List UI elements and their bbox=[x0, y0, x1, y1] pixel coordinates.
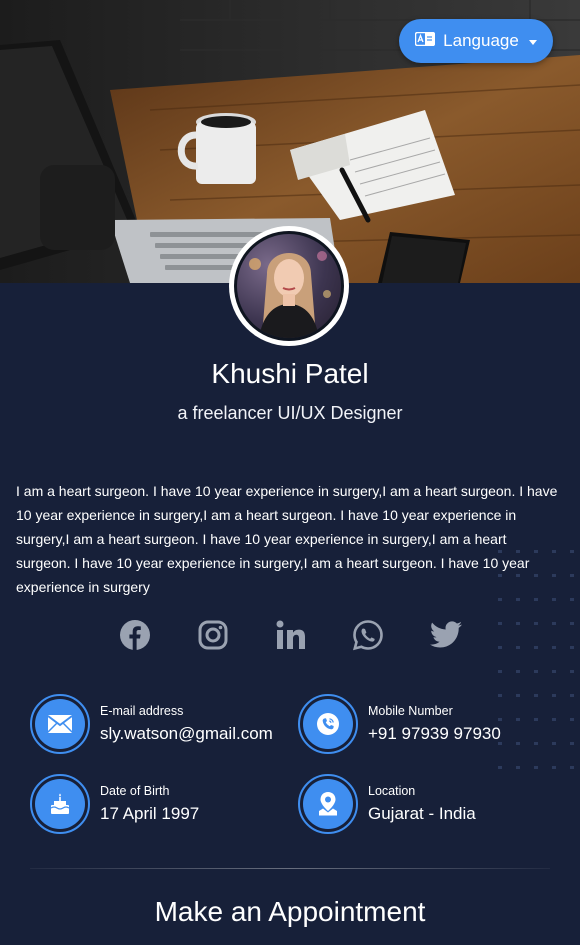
phone-icon bbox=[303, 699, 353, 749]
email-value[interactable]: sly.watson@gmail.com bbox=[100, 722, 273, 746]
facebook-link[interactable] bbox=[113, 615, 157, 659]
contact-dob: Date of Birth 17 April 1997 bbox=[30, 774, 199, 834]
language-button[interactable]: Language bbox=[399, 19, 553, 63]
profile-role: a freelancer UI/UX Designer bbox=[177, 403, 403, 423]
language-button-label: Language bbox=[443, 31, 519, 50]
contact-location: Location Gujarat - India bbox=[298, 774, 476, 834]
birthday-cake-icon bbox=[35, 779, 85, 829]
email-label: E-mail address bbox=[100, 703, 184, 718]
whatsapp-link[interactable] bbox=[346, 615, 390, 659]
facebook-icon bbox=[119, 619, 151, 655]
avatar-photo bbox=[237, 234, 341, 338]
mobile-value[interactable]: +91 97939 97930 bbox=[368, 722, 501, 746]
location-label: Location bbox=[368, 783, 416, 798]
mobile-label: Mobile Number bbox=[368, 703, 453, 718]
dob-value: 17 April 1997 bbox=[100, 803, 200, 823]
language-icon bbox=[414, 31, 436, 51]
linkedin-link[interactable] bbox=[269, 615, 313, 659]
twitter-link[interactable] bbox=[424, 615, 468, 659]
profile-name: Khushi Patel bbox=[211, 358, 369, 389]
chevron-down-icon bbox=[528, 39, 537, 45]
map-pin-icon bbox=[303, 779, 353, 829]
linkedin-icon bbox=[276, 620, 306, 654]
instagram-icon bbox=[198, 620, 228, 654]
location-value: Gujarat - India bbox=[368, 803, 476, 823]
contact-mobile: Mobile Number +91 97939 97930 bbox=[298, 694, 501, 754]
contact-email: E-mail address sly.watson@gmail.com bbox=[30, 694, 273, 754]
dob-label: Date of Birth bbox=[100, 783, 170, 798]
section-divider bbox=[30, 868, 550, 869]
avatar bbox=[229, 226, 349, 346]
social-links bbox=[113, 615, 468, 659]
twitter-icon bbox=[429, 621, 463, 653]
profile-bio: I am a heart surgeon. I have 10 year exp… bbox=[16, 483, 558, 595]
instagram-link[interactable] bbox=[191, 615, 235, 659]
envelope-icon bbox=[35, 699, 85, 749]
whatsapp-icon bbox=[352, 619, 384, 655]
profile-page: Language Khushi Patel a freelancer UI/UX… bbox=[0, 0, 580, 945]
appointment-heading: Make an Appointment bbox=[154, 896, 426, 927]
